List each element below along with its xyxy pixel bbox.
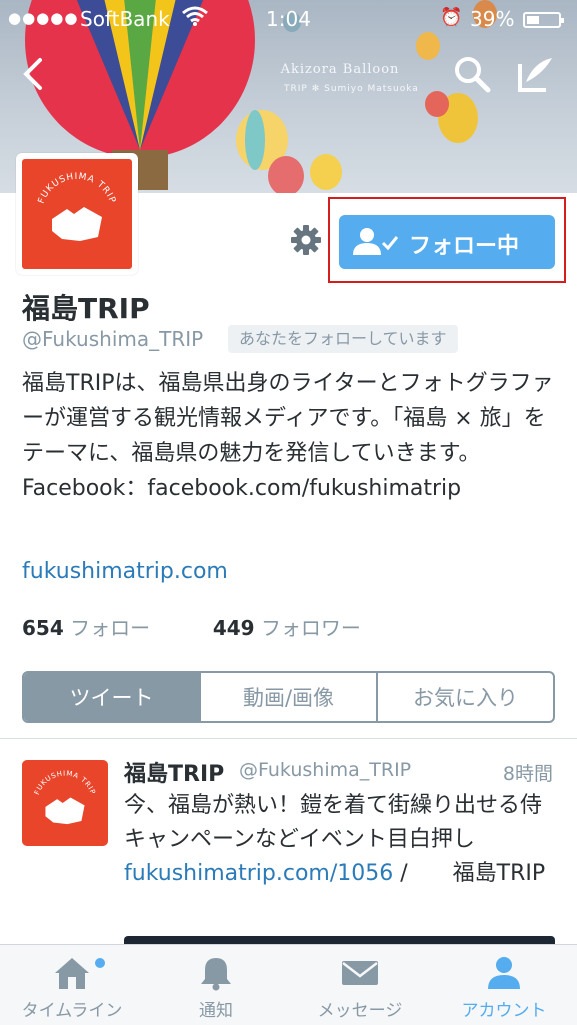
following-label: フォロー <box>70 616 151 640</box>
compose-icon[interactable] <box>514 52 558 96</box>
tab-favorites[interactable]: お気に入り <box>376 673 553 721</box>
tweet-author-name[interactable]: 福島TRIP <box>124 756 224 788</box>
tweet-avatar[interactable]: FUKUSHIMA TRIP <box>22 760 108 846</box>
following-button[interactable]: フォロー中 <box>339 215 555 269</box>
tab-tweets[interactable]: ツイート <box>24 673 199 721</box>
status-bar: ●●●●● SoftBank 1:04 ⏰ 39% <box>0 0 577 38</box>
unread-dot <box>95 958 105 968</box>
profile-handle: @Fukushima_TRIP <box>22 327 204 351</box>
tweet-timestamp: 8時間 <box>502 763 553 785</box>
following-stat[interactable]: 654 フォロー <box>22 616 150 640</box>
profile-tabs: ツイート 動画/画像 お気に入り <box>22 671 555 723</box>
svg-text:FUKUSHIMA TRIP: FUKUSHIMA TRIP <box>37 172 117 205</box>
following-button-label: フォロー中 <box>409 234 520 259</box>
tweet-text: 今、福島が熱い！鎧を着て街繰り出せる侍キャンペーンなどイベント目白押し fuku… <box>124 789 554 891</box>
tab-timeline[interactable]: タイムライン <box>0 945 144 1025</box>
tweet-avatar-text: FUKUSHIMA TRIP <box>32 769 97 796</box>
tab-notifications[interactable]: 通知 <box>144 945 288 1025</box>
tab-media[interactable]: 動画/画像 <box>199 673 376 721</box>
bottom-tab-bar: タイムライン 通知 メッセージ アカウント <box>0 944 577 1025</box>
tab-messages[interactable]: メッセージ <box>288 945 432 1025</box>
search-icon[interactable] <box>450 52 494 96</box>
avatar-text: FUKUSHIMA TRIP <box>37 172 116 205</box>
tab-notifications-label: 通知 <box>199 1001 233 1021</box>
profile-stats: 654 フォロー 449 フォロワー <box>22 612 361 641</box>
battery-icon <box>523 12 564 28</box>
profile-bio: 福島TRIPは、福島県出身のライターとフォトグラファーが運営する観光情報メディア… <box>22 371 554 501</box>
fukushima-trip-logo: FUKUSHIMA TRIP <box>37 172 117 241</box>
tweet-text-tail: / 福島TRIP <box>400 861 546 886</box>
avatar-logo: FUKUSHIMA TRIP <box>22 159 132 269</box>
gear-icon[interactable] <box>288 222 324 258</box>
tab-account[interactable]: アカウント <box>432 945 576 1025</box>
envelope-icon <box>342 961 378 985</box>
tab-messages-label: メッセージ <box>317 1001 403 1021</box>
follows-you-badge: あなたをフォローしています <box>228 325 458 353</box>
following-count: 654 <box>22 616 64 640</box>
banner-title: Akizora Balloon <box>280 62 400 77</box>
tab-account-label: アカウント <box>461 1001 547 1021</box>
person-check-icon <box>353 228 399 255</box>
followers-count: 449 <box>212 616 255 640</box>
fukushima-trip-logo: FUKUSHIMA TRIP <box>32 769 98 825</box>
tweet-text-body: 今、福島が熱い！鎧を着て街繰り出せる侍キャンペーンなどイベント目白押し <box>124 793 543 852</box>
battery-percent: 39% <box>470 7 515 31</box>
tweet-author-handle: @Fukushima_TRIP <box>239 759 412 781</box>
followers-label: フォロワー <box>260 616 361 640</box>
followers-stat[interactable]: 449 フォロワー <box>213 616 361 640</box>
banner-brand-line: TRIP ✻ Sumiyo Matsuoka <box>284 84 419 94</box>
divider <box>0 738 577 739</box>
chevron-left-icon[interactable] <box>12 52 56 96</box>
profile-name: 福島TRIP <box>22 292 150 325</box>
alarm-icon: ⏰ <box>440 7 463 28</box>
bell-icon <box>201 958 231 991</box>
tab-timeline-label: タイムライン <box>21 1001 123 1021</box>
tweet-link[interactable]: fukushimatrip.com/1056 <box>124 861 393 886</box>
person-icon <box>488 957 520 989</box>
profile-avatar[interactable]: FUKUSHIMA TRIP <box>16 153 138 275</box>
banner-brand: TRIP <box>284 84 308 94</box>
home-icon <box>55 958 89 989</box>
banner-sub: Sumiyo Matsuoka <box>324 84 419 94</box>
profile-website-link[interactable]: fukushimatrip.com <box>22 559 228 584</box>
svg-text:FUKUSHIMA TRIP: FUKUSHIMA TRIP <box>32 769 98 796</box>
